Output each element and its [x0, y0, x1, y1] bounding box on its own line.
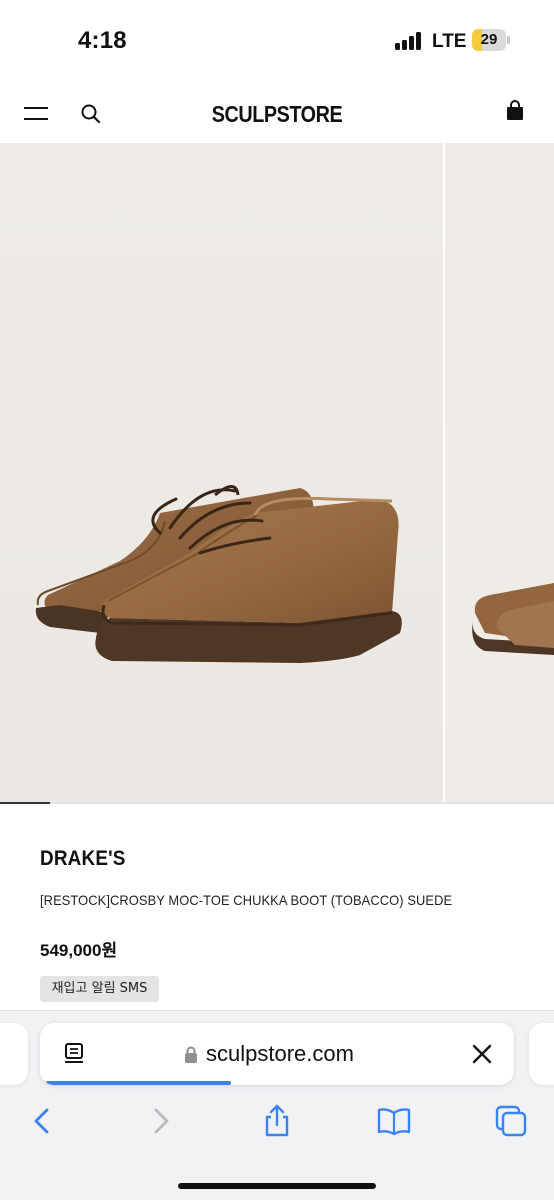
product-brand[interactable]: DRAKE'S [40, 847, 126, 871]
site-header: SCULPSTORE [0, 84, 554, 142]
share-icon[interactable] [259, 1103, 295, 1139]
browser-toolbar [0, 1099, 554, 1149]
product-image [0, 143, 443, 803]
browser-bottom-bar: sculpstore.com [0, 1010, 554, 1200]
close-icon[interactable] [472, 1044, 492, 1064]
address-bar[interactable]: sculpstore.com [40, 1023, 514, 1085]
status-time: 4:18 [78, 27, 127, 54]
home-indicator [178, 1183, 376, 1189]
forward-icon[interactable] [143, 1103, 179, 1139]
network-type: LTE [432, 31, 467, 52]
product-image-gallery[interactable] [0, 143, 554, 803]
restock-sms-button[interactable]: 재입고 알림 SMS [40, 976, 159, 1002]
signal-icon [395, 32, 423, 50]
next-slide-preview[interactable] [445, 143, 554, 803]
product-price: 549,000원 [40, 941, 118, 960]
next-slide-image [472, 583, 554, 655]
status-bar: 4:18 LTE 29 [0, 0, 554, 80]
gallery-progress-indicator [0, 802, 50, 804]
page-load-progress [46, 1081, 231, 1085]
back-icon[interactable] [24, 1103, 60, 1139]
url-text[interactable]: sculpstore.com [206, 1041, 354, 1067]
lock-icon [185, 1046, 197, 1063]
gallery-progress-track [0, 802, 554, 804]
next-tab-card[interactable] [529, 1023, 554, 1085]
bookmarks-icon[interactable] [376, 1103, 412, 1139]
tabs-icon[interactable] [493, 1103, 529, 1139]
battery-icon: 29 [472, 29, 510, 51]
site-logo[interactable]: SCULPSTORE [39, 101, 515, 128]
page-menu-icon[interactable] [62, 1042, 86, 1066]
shopping-bag-icon[interactable] [505, 100, 525, 122]
previous-tab-card[interactable] [0, 1023, 28, 1085]
product-name: [RESTOCK]CROSBY MOC-TOE CHUKKA BOOT (TOB… [40, 892, 453, 908]
battery-level: 29 [480, 31, 498, 48]
